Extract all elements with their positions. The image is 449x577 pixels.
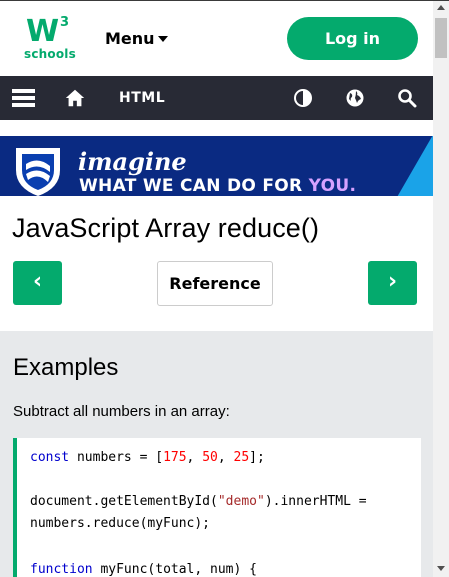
ad-tagline: WHAT WE CAN DO FOR YOU. bbox=[79, 176, 356, 196]
code-line: const numbers = [175, 50, 25]; bbox=[30, 450, 265, 465]
home-icon[interactable] bbox=[64, 87, 86, 109]
nav-section-html[interactable]: HTML bbox=[119, 90, 165, 106]
page-viewport: W 3 schools Menu Log in HTML imagine WHA… bbox=[0, 1, 433, 577]
code-line: numbers.reduce(myFunc); bbox=[30, 516, 211, 531]
previous-button[interactable]: ‹ bbox=[13, 261, 62, 305]
scroll-down-arrow-icon[interactable] bbox=[437, 566, 445, 571]
example-heading: Examples bbox=[13, 354, 119, 381]
ad-decorative-stripe bbox=[397, 136, 433, 196]
code-line: document.getElementById("demo").innerHTM… bbox=[30, 494, 367, 509]
contrast-icon[interactable] bbox=[293, 88, 313, 108]
login-button[interactable]: Log in bbox=[287, 17, 418, 60]
bank-shield-logo bbox=[16, 148, 60, 196]
example-section: Examples Subtract all numbers in an arra… bbox=[0, 331, 433, 577]
reference-button[interactable]: Reference bbox=[157, 261, 273, 306]
next-button[interactable]: › bbox=[368, 261, 417, 305]
advertisement-banner[interactable]: imagine WHAT WE CAN DO FOR YOU. bbox=[0, 136, 433, 196]
scroll-up-arrow-icon[interactable] bbox=[437, 5, 445, 10]
page-title: JavaScript Array reduce() bbox=[12, 213, 320, 243]
menu-label: Menu bbox=[105, 29, 155, 48]
ad-tagline-highlight: YOU. bbox=[308, 176, 357, 196]
globe-icon[interactable] bbox=[345, 88, 365, 108]
vertical-scrollbar[interactable] bbox=[433, 1, 449, 577]
example-description: Subtract all numbers in an array: bbox=[13, 403, 230, 420]
menu-dropdown[interactable]: Menu bbox=[105, 29, 168, 48]
caret-down-icon bbox=[157, 36, 168, 42]
ad-headline: imagine bbox=[78, 147, 187, 176]
scrollbar-thumb[interactable] bbox=[435, 18, 447, 58]
site-header: W 3 schools Menu Log in bbox=[0, 1, 433, 76]
w3schools-logo[interactable]: W 3 schools bbox=[24, 14, 76, 65]
logo-mark: W bbox=[26, 14, 60, 49]
top-nav-bar: HTML bbox=[0, 76, 433, 120]
code-line: function myFunc(total, num) { bbox=[30, 562, 257, 577]
logo-text: schools bbox=[24, 47, 76, 61]
search-icon[interactable] bbox=[397, 88, 417, 108]
logo-superscript: 3 bbox=[60, 15, 70, 30]
ad-tagline-main: WHAT WE CAN DO FOR bbox=[79, 176, 309, 196]
code-block[interactable]: const numbers = [175, 50, 25]; document.… bbox=[13, 438, 421, 577]
menu-icon[interactable] bbox=[12, 89, 35, 107]
